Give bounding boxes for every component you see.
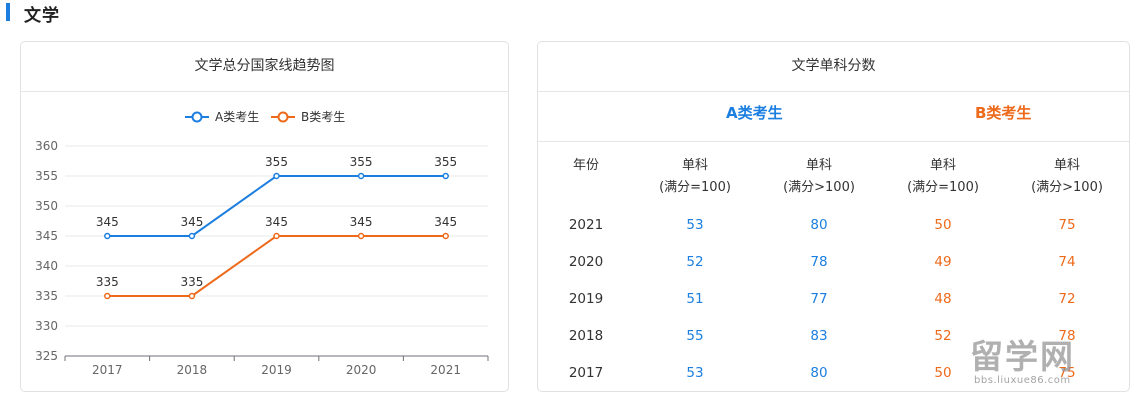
x-tick-label: 2019	[261, 363, 292, 377]
data-label: 345	[434, 215, 457, 229]
data-label: 355	[265, 155, 288, 169]
y-tick-label: 340	[35, 259, 58, 273]
chart-title: 文学总分国家线趋势图	[21, 42, 508, 92]
score-cell-a: 77	[810, 291, 828, 307]
data-point	[442, 172, 449, 180]
watermark-url: bbs.liuxue86.com	[974, 375, 1071, 386]
legend-marker	[277, 111, 289, 123]
x-tick-label: 2021	[430, 363, 461, 377]
row-year: 2017	[568, 365, 604, 381]
score-cell-a: 78	[810, 254, 828, 270]
site-watermark: 留学网 bbs.liuxue86.com	[970, 330, 1135, 400]
data-point	[273, 172, 280, 180]
row-year: 2021	[568, 217, 604, 233]
row-year: 2020	[568, 254, 604, 270]
data-point	[104, 232, 111, 240]
score-cell-b: 49	[934, 254, 952, 270]
x-tick-label: 2020	[346, 363, 377, 377]
table-divider	[538, 141, 1129, 142]
year-column-header: 年份	[572, 158, 599, 173]
data-point	[273, 232, 280, 240]
y-tick-label: 355	[35, 169, 58, 183]
data-point	[188, 292, 196, 300]
row-year: 2019	[568, 291, 604, 307]
legend-label: A类考生	[215, 110, 259, 124]
x-tick-label: 2018	[177, 363, 208, 377]
data-point	[442, 232, 449, 240]
score-cell-b: 48	[934, 291, 952, 307]
score-cell-a: 52	[686, 254, 704, 270]
y-tick-label: 325	[35, 349, 58, 363]
y-tick-label: 330	[35, 319, 58, 333]
score-cell-a: 80	[810, 217, 828, 233]
data-label: 345	[180, 215, 203, 229]
score-cell-a: 53	[686, 365, 704, 381]
section-header: 文学	[0, 0, 300, 26]
score-cell-a: 80	[810, 365, 828, 381]
score-cell-b: 72	[1058, 291, 1076, 307]
y-tick-label: 335	[35, 289, 58, 303]
score-cell-b: 50	[934, 217, 952, 233]
table-title: 文学单科分数	[538, 42, 1129, 92]
y-tick-label: 345	[35, 229, 58, 243]
data-point	[357, 172, 365, 180]
data-point	[188, 232, 196, 240]
y-tick-label: 350	[35, 199, 58, 213]
group-a-header: A类考生	[726, 104, 783, 122]
trend-line-chart: 325 330 335 340 345 350 355 360 2017 2018 2019 2020…	[35, 110, 489, 377]
data-point	[357, 232, 365, 240]
score-cell-a: 55	[686, 328, 704, 344]
data-point	[104, 292, 111, 300]
data-label: 335	[180, 275, 203, 289]
data-label: 345	[350, 215, 373, 229]
x-tick-label: 2017	[92, 363, 123, 377]
score-column-header: 单科 (满分>100)	[1031, 158, 1103, 195]
section-accent-bar	[6, 3, 10, 21]
row-year: 2018	[568, 328, 604, 344]
data-label: 345	[265, 215, 288, 229]
legend-label: B类考生	[301, 110, 345, 124]
section-title: 文学	[24, 6, 60, 26]
score-column-header: 单科 (满分=100)	[907, 158, 979, 195]
score-cell-a: 83	[810, 328, 828, 344]
score-cell-a: 51	[686, 291, 704, 307]
data-label: 355	[350, 155, 373, 169]
data-label: 355	[434, 155, 457, 169]
trend-chart-card: 文学总分国家线趋势图 325 330 335 340 345 350 355 360 2017 2…	[20, 41, 509, 392]
data-label: 335	[96, 275, 119, 289]
legend-marker	[191, 111, 203, 123]
watermark-logo-text: 留学网	[970, 337, 1075, 376]
y-tick-label: 360	[35, 139, 58, 153]
group-b-header: B类考生	[975, 104, 1032, 122]
score-cell-b: 74	[1058, 254, 1076, 270]
score-cell-b: 75	[1058, 217, 1076, 233]
score-column-header: 单科 (满分=100)	[659, 158, 731, 195]
score-cell-a: 53	[686, 217, 704, 233]
score-column-header: 单科 (满分>100)	[783, 158, 855, 195]
data-label: 345	[96, 215, 119, 229]
